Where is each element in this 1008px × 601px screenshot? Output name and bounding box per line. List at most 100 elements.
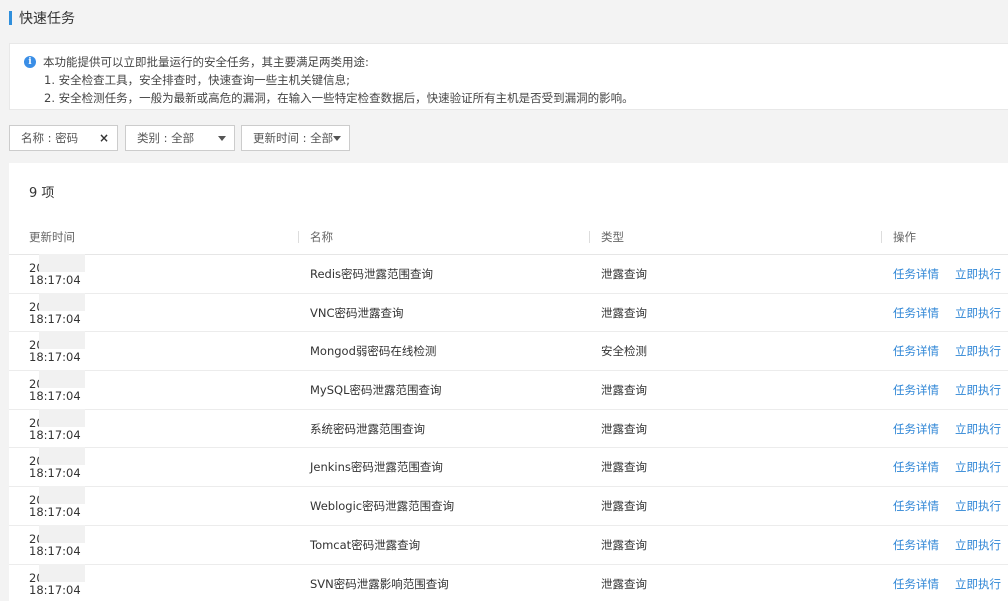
update-time-cell: 20 18:17:04 xyxy=(29,563,85,601)
update-time-cell: 20 18:17:04 xyxy=(29,486,85,525)
category-filter[interactable]: 类别 : 全部 xyxy=(125,125,235,151)
task-table-panel: 9 项 更新时间 名称 类型 操作 20 18:17:04 Redis密码泄露范围查… xyxy=(9,163,1008,601)
redacted-area xyxy=(39,292,85,311)
quick-tasks-page: 快速任务 i 本功能提供可以立即批量运行的安全任务，其主要满足两类用途: 1. … xyxy=(0,0,1008,601)
column-divider xyxy=(589,231,590,243)
update-date: 20 xyxy=(29,331,85,351)
task-detail-link[interactable]: 任务详情 xyxy=(893,448,939,486)
category-filter-label: 类别 : 全部 xyxy=(137,131,195,145)
update-date: 20 xyxy=(29,524,85,545)
header-name[interactable]: 名称 xyxy=(298,219,333,255)
task-detail-link[interactable]: 任务详情 xyxy=(893,332,939,370)
task-detail-link[interactable]: 任务详情 xyxy=(893,255,939,293)
table-row: 20 18:17:04 Mongod弱密码在线检测 安全检测 任务详情 立即执行 xyxy=(9,331,1008,372)
notice-line: 1. 安全检查工具，安全排查时，快速查询一些主机关键信息; xyxy=(44,73,350,87)
task-detail-link[interactable]: 任务详情 xyxy=(893,294,939,332)
task-detail-link[interactable]: 任务详情 xyxy=(893,565,939,601)
update-date: 20 xyxy=(29,408,85,429)
task-name: Redis密码泄露范围查询 xyxy=(310,267,434,281)
update-time-cell: 20 18:17:04 xyxy=(29,254,85,293)
table-row: 20 18:17:04 系统密码泄露范围查询 泄露查询 任务详情 立即执行 xyxy=(9,408,1008,449)
table-row: 20 18:17:04 VNC密码泄露查询 泄露查询 任务详情 立即执行 xyxy=(9,292,1008,333)
run-now-link[interactable]: 立即执行 xyxy=(955,332,1001,370)
update-time: 18:17:04 xyxy=(29,350,81,365)
task-detail-link[interactable]: 任务详情 xyxy=(893,487,939,525)
page-title: 快速任务 xyxy=(19,11,75,27)
table-row: 20 18:17:04 Redis密码泄露范围查询 泄露查询 任务详情 立即执行 xyxy=(9,254,1008,294)
update-time: 18:17:04 xyxy=(29,427,81,442)
task-detail-link[interactable]: 任务详情 xyxy=(893,410,939,448)
update-date: 20 xyxy=(29,486,85,506)
redacted-area xyxy=(39,563,85,582)
update-time: 18:17:04 xyxy=(29,273,81,287)
task-detail-link[interactable]: 任务详情 xyxy=(893,526,939,564)
update-time-filter[interactable]: 更新时间 : 全部 xyxy=(241,125,350,151)
redacted-area xyxy=(39,486,85,505)
update-time-cell: 20 18:17:04 xyxy=(29,408,85,448)
task-type: 泄露查询 xyxy=(601,421,647,436)
run-now-link[interactable]: 立即执行 xyxy=(955,487,1001,525)
table-row: 20 18:17:04 SVN密码泄露影响范围查询 泄露查询 任务详情 立即执行 xyxy=(9,563,1008,601)
redacted-area xyxy=(39,524,85,543)
task-name: Jenkins密码泄露范围查询 xyxy=(310,460,443,475)
task-name: 系统密码泄露范围查询 xyxy=(310,421,425,436)
task-detail-link[interactable]: 任务详情 xyxy=(893,371,939,409)
task-name: Tomcat密码泄露查询 xyxy=(310,537,421,552)
header-type[interactable]: 类型 xyxy=(589,219,624,255)
update-time: 18:17:04 xyxy=(29,505,81,520)
table-body: 20 18:17:04 Redis密码泄露范围查询 泄露查询 任务详情 立即执行 20 18:… xyxy=(9,254,1008,601)
redacted-area xyxy=(39,331,85,350)
run-now-link[interactable]: 立即执行 xyxy=(955,294,1001,332)
table-row: 20 18:17:04 Jenkins密码泄露范围查询 泄露查询 任务详情 立即执行 xyxy=(9,447,1008,488)
run-now-link[interactable]: 立即执行 xyxy=(955,371,1001,409)
update-time-cell: 20 18:17:04 xyxy=(29,331,85,370)
task-type: 泄露查询 xyxy=(601,537,647,552)
redacted-area xyxy=(39,370,85,389)
info-icon: i xyxy=(24,56,36,68)
run-now-link[interactable]: 立即执行 xyxy=(955,565,1001,601)
update-date: 20 xyxy=(29,254,85,274)
redacted-area xyxy=(39,254,85,272)
update-date: 20 xyxy=(29,370,85,390)
update-time-cell: 20 18:17:04 xyxy=(29,292,85,332)
name-filter[interactable]: 名称 : 密码 × xyxy=(9,125,118,151)
header-type-label: 类型 xyxy=(601,230,624,244)
item-count: 9 项 xyxy=(29,186,55,201)
close-icon[interactable]: × xyxy=(99,131,109,145)
run-now-link[interactable]: 立即执行 xyxy=(955,410,1001,448)
run-now-link[interactable]: 立即执行 xyxy=(955,255,1001,293)
header-name-label: 名称 xyxy=(310,230,333,244)
info-notice: i 本功能提供可以立即批量运行的安全任务，其主要满足两类用途: 1. 安全检查工… xyxy=(9,43,1008,110)
header-action-label: 操作 xyxy=(893,230,916,244)
page-header: 快速任务 xyxy=(0,0,1008,36)
table-row: 20 18:17:04 Tomcat密码泄露查询 泄露查询 任务详情 立即执行 xyxy=(9,524,1008,565)
update-time-filter-label: 更新时间 : 全部 xyxy=(253,131,334,145)
update-time: 18:17:04 xyxy=(29,582,81,597)
notice-line: 2. 安全检测任务，一般为最新或高危的漏洞，在输入一些特定检查数据后，快速验证所… xyxy=(44,91,634,105)
task-type: 泄露查询 xyxy=(601,460,647,475)
caret-down-icon xyxy=(333,135,341,141)
update-time: 18:17:04 xyxy=(29,543,81,558)
update-time: 18:17:04 xyxy=(29,311,81,326)
column-divider xyxy=(298,231,299,243)
column-divider xyxy=(881,231,882,243)
update-time-cell: 20 18:17:04 xyxy=(29,370,85,409)
update-date: 20 xyxy=(29,563,85,584)
notice-intro: 本功能提供可以立即批量运行的安全任务，其主要满足两类用途: xyxy=(43,55,369,69)
update-time-cell: 20 18:17:04 xyxy=(29,524,85,564)
task-name: SVN密码泄露影响范围查询 xyxy=(310,576,449,591)
update-date: 20 xyxy=(29,292,85,313)
table-row: 20 18:17:04 MySQL密码泄露范围查询 泄露查询 任务详情 立即执行 xyxy=(9,370,1008,410)
redacted-area xyxy=(39,408,85,427)
run-now-link[interactable]: 立即执行 xyxy=(955,526,1001,564)
table-row: 20 18:17:04 Weblogic密码泄露范围查询 泄露查询 任务详情 立即执行 xyxy=(9,486,1008,526)
caret-down-icon xyxy=(218,135,226,141)
task-type: 泄露查询 xyxy=(601,576,647,591)
table-header: 更新时间 名称 类型 操作 xyxy=(9,219,1008,255)
redacted-area xyxy=(39,447,85,466)
run-now-link[interactable]: 立即执行 xyxy=(955,448,1001,486)
task-name: MySQL密码泄露范围查询 xyxy=(310,383,442,398)
task-name: Mongod弱密码在线检测 xyxy=(310,344,437,359)
header-time[interactable]: 更新时间 xyxy=(29,219,75,255)
task-type: 安全检测 xyxy=(601,344,647,359)
